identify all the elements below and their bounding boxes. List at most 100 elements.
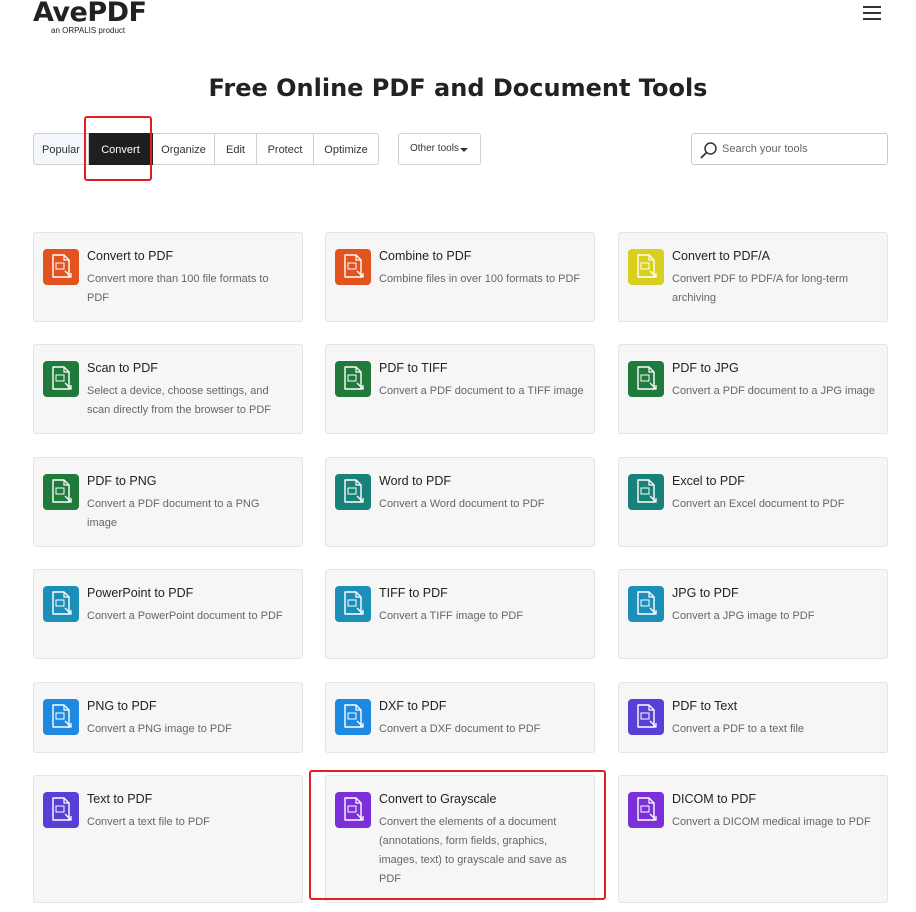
tab-optimize[interactable]: Optimize — [314, 133, 379, 165]
tool-card[interactable]: Combine to PDF Combine files in over 100 … — [325, 232, 595, 322]
tool-description: Convert a PDF document to a PNG image — [87, 498, 260, 529]
hamburger-icon[interactable] — [863, 6, 881, 22]
icon-graphic — [637, 704, 657, 728]
tool-title: PDF to JPG — [672, 361, 739, 375]
grayscale-document-icon — [335, 792, 371, 828]
tool-description: Convert PDF to PDF/A for long-term archi… — [672, 273, 849, 304]
tool-description: Convert a text file to PDF — [87, 816, 210, 828]
stack-merge-icon — [335, 249, 371, 285]
tool-title: Word to PDF — [379, 474, 452, 488]
excel-document-icon — [628, 474, 664, 510]
convert-arrows-icon — [43, 249, 79, 285]
icon-graphic — [637, 479, 657, 503]
icon-graphic — [344, 366, 364, 390]
tool-description: Combine files in over 100 formats to PDF — [379, 273, 581, 285]
tiff-image-icon — [335, 586, 371, 622]
tool-description: Convert a PowerPoint document to PDF — [87, 610, 283, 622]
png-image-icon — [43, 699, 79, 735]
icon-graphic — [52, 254, 72, 278]
tool-description: Convert a DICOM medical image to PDF — [672, 816, 871, 828]
tool-title: Excel to PDF — [672, 474, 745, 488]
tool-card[interactable]: PDF to PNG Convert a PDF document to a PN… — [33, 457, 303, 547]
tool-description: Convert a Word document to PDF — [379, 498, 545, 510]
icon-graphic — [52, 591, 72, 615]
document-to-text-icon — [628, 699, 664, 735]
tab-protect[interactable]: Protect — [257, 133, 314, 165]
jpg-image-icon — [628, 586, 664, 622]
other-tools-label: Other tools — [410, 143, 459, 154]
tool-card[interactable]: Convert to PDF Convert more than 100 file… — [33, 232, 303, 322]
icon-graphic — [637, 591, 657, 615]
page-title: Free Online PDF and Document Tools — [208, 74, 708, 102]
tool-description: Convert an Excel document to PDF — [672, 498, 845, 510]
tool-description: Convert a DXF document to PDF — [379, 723, 541, 735]
icon-graphic — [637, 366, 657, 390]
icon-graphic — [52, 704, 72, 728]
tool-description: Convert a PNG image to PDF — [87, 723, 232, 735]
tool-description: Convert a TIFF image to PDF — [379, 610, 524, 622]
tool-card[interactable]: Excel to PDF Convert an Excel document to… — [618, 457, 888, 547]
document-to-tiff-icon — [335, 361, 371, 397]
tool-card[interactable]: Text to PDF Convert a text file to PDF — [33, 775, 303, 903]
tool-title: Scan to PDF — [87, 361, 158, 375]
tool-title: Convert to PDF/A — [672, 249, 770, 263]
document-to-jpg-icon — [628, 361, 664, 397]
tool-card[interactable]: DXF to PDF Convert a DXF document to PDF — [325, 682, 595, 753]
tool-description: Convert more than 100 file formats to PD… — [87, 273, 269, 304]
search-icon — [700, 142, 717, 159]
tool-title: Convert to PDF — [87, 249, 174, 263]
icon-graphic — [52, 366, 72, 390]
icon-graphic — [344, 479, 364, 503]
other-tools-dropdown[interactable]: Other tools — [398, 133, 481, 165]
icon-graphic — [344, 591, 364, 615]
category-tabs: Popular Convert Organize Edit Protect Op… — [33, 133, 379, 165]
tool-card[interactable]: PDF to Text Convert a PDF to a text file — [618, 682, 888, 753]
logo[interactable]: AvePDF an ORPALIS product — [33, 0, 147, 35]
tool-card[interactable]: Word to PDF Convert a Word document to PD… — [325, 457, 595, 547]
tool-card[interactable]: PDF to TIFF Convert a PDF document to a T… — [325, 344, 595, 434]
archive-document-icon — [628, 249, 664, 285]
icon-graphic — [637, 254, 657, 278]
tool-card[interactable]: PowerPoint to PDF Convert a PowerPoint do… — [33, 569, 303, 659]
icon-graphic — [344, 254, 364, 278]
tool-title: JPG to PDF — [672, 586, 739, 600]
tool-title: PowerPoint to PDF — [87, 586, 194, 600]
tool-title: Combine to PDF — [379, 249, 472, 263]
tool-card[interactable]: PDF to JPG Convert a PDF document to a JP… — [618, 344, 888, 434]
tool-card[interactable]: Convert to Grayscale Convert the elements… — [325, 775, 595, 903]
tool-description: Convert a PDF document to a JPG image — [672, 385, 875, 397]
tool-title: PDF to TIFF — [379, 361, 448, 375]
search-input[interactable] — [722, 140, 877, 158]
scanner-icon — [43, 361, 79, 397]
tab-convert[interactable]: Convert — [89, 133, 153, 165]
dicom-image-icon — [628, 792, 664, 828]
tool-description: Convert a JPG image to PDF — [672, 610, 815, 622]
tab-popular[interactable]: Popular — [33, 133, 89, 165]
tool-title: TIFF to PDF — [379, 586, 448, 600]
tool-title: PDF to PNG — [87, 474, 157, 488]
caret-down-icon — [460, 148, 468, 152]
tool-title: PDF to Text — [672, 699, 738, 713]
document-to-png-icon — [43, 474, 79, 510]
tool-card[interactable]: TIFF to PDF Convert a TIFF image to PDF — [325, 569, 595, 659]
tab-edit[interactable]: Edit — [215, 133, 257, 165]
tab-organize[interactable]: Organize — [153, 133, 215, 165]
tool-title: Convert to Grayscale — [379, 792, 497, 806]
tool-card[interactable]: PNG to PDF Convert a PNG image to PDF — [33, 682, 303, 753]
tool-title: Text to PDF — [87, 792, 153, 806]
icon-graphic — [52, 479, 72, 503]
word-document-icon — [335, 474, 371, 510]
tool-description: Convert the elements of a document (anno… — [379, 816, 567, 885]
tool-title: PNG to PDF — [87, 699, 157, 713]
tool-description: Convert a PDF document to a TIFF image — [379, 385, 584, 397]
tool-card[interactable]: Convert to PDF/A Convert PDF to PDF/A for… — [618, 232, 888, 322]
tool-title: DXF to PDF — [379, 699, 447, 713]
tool-card[interactable]: Scan to PDF Select a device, choose setti… — [33, 344, 303, 434]
icon-graphic — [52, 797, 72, 821]
tool-card[interactable]: JPG to PDF Convert a JPG image to PDF — [618, 569, 888, 659]
tool-card[interactable]: DICOM to PDF Convert a DICOM medical imag… — [618, 775, 888, 903]
search-box[interactable] — [691, 133, 888, 165]
dxf-document-icon — [335, 699, 371, 735]
logo-text: AvePDF — [33, 0, 147, 28]
tool-description: Convert a PDF to a text file — [672, 723, 805, 735]
